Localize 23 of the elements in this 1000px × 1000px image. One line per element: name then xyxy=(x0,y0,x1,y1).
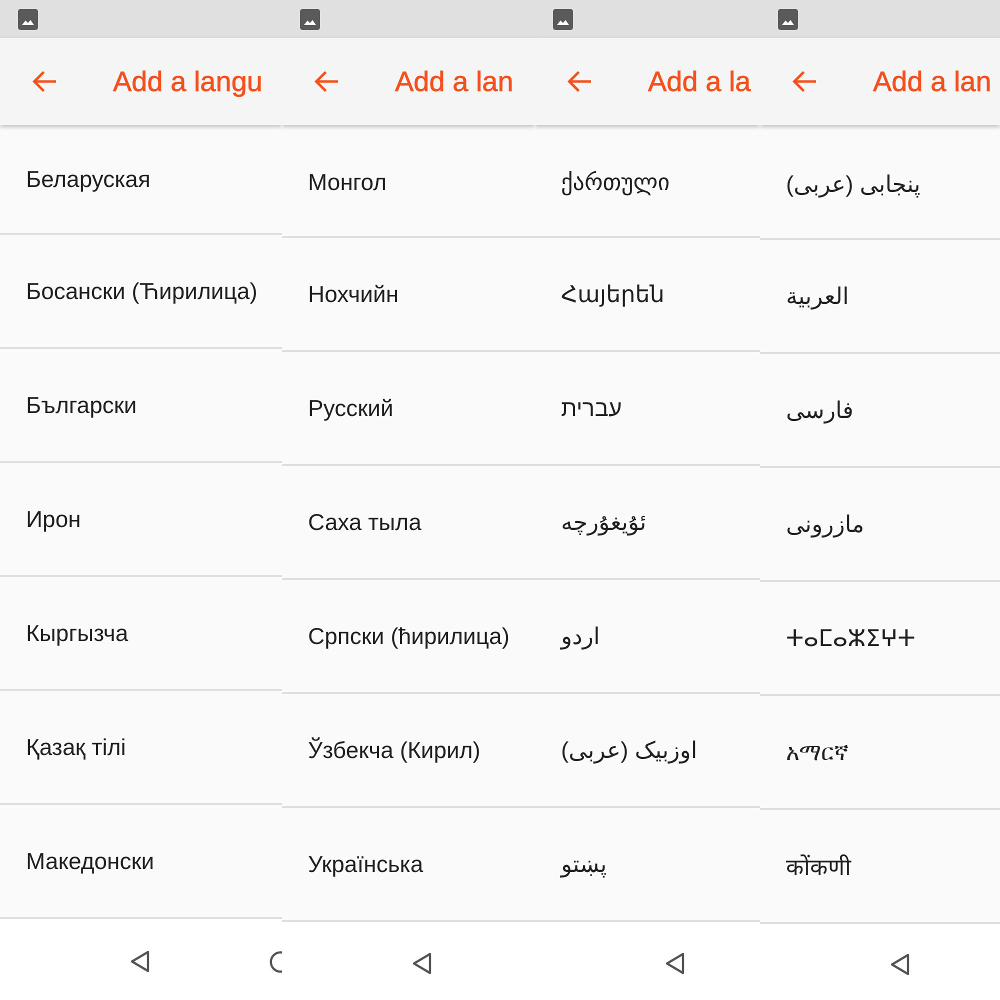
language-item[interactable]: پنجابی (عربی) xyxy=(760,130,1000,240)
back-icon[interactable] xyxy=(130,950,150,973)
back-arrow-icon[interactable] xyxy=(32,70,57,93)
back-icon[interactable] xyxy=(412,952,432,974)
back-icon[interactable] xyxy=(665,952,685,974)
back-arrow-icon[interactable] xyxy=(792,70,817,93)
image-icon xyxy=(300,8,320,30)
screen-title: Add a langu xyxy=(113,65,262,99)
language-item[interactable]: አማርኛ xyxy=(760,696,1000,810)
home-icon[interactable] xyxy=(269,950,282,972)
back-arrow-icon[interactable] xyxy=(314,70,339,93)
screen-title: Add a lan xyxy=(873,65,992,99)
language-item[interactable]: مازرونی xyxy=(760,468,1000,582)
back-icon[interactable] xyxy=(890,952,910,976)
screen-title: Add a lan xyxy=(395,65,514,99)
image-icon xyxy=(18,8,38,30)
image-icon xyxy=(778,8,798,30)
image-icon xyxy=(553,8,573,30)
language-item[interactable]: العربية xyxy=(760,240,1000,354)
language-item[interactable]: فارسی xyxy=(760,354,1000,468)
language-item[interactable]: ⵜⴰⵎⴰⵣⵉⵖⵜ xyxy=(760,582,1000,696)
back-arrow-icon[interactable] xyxy=(567,70,592,93)
screen-title: Add a la xyxy=(648,65,751,99)
